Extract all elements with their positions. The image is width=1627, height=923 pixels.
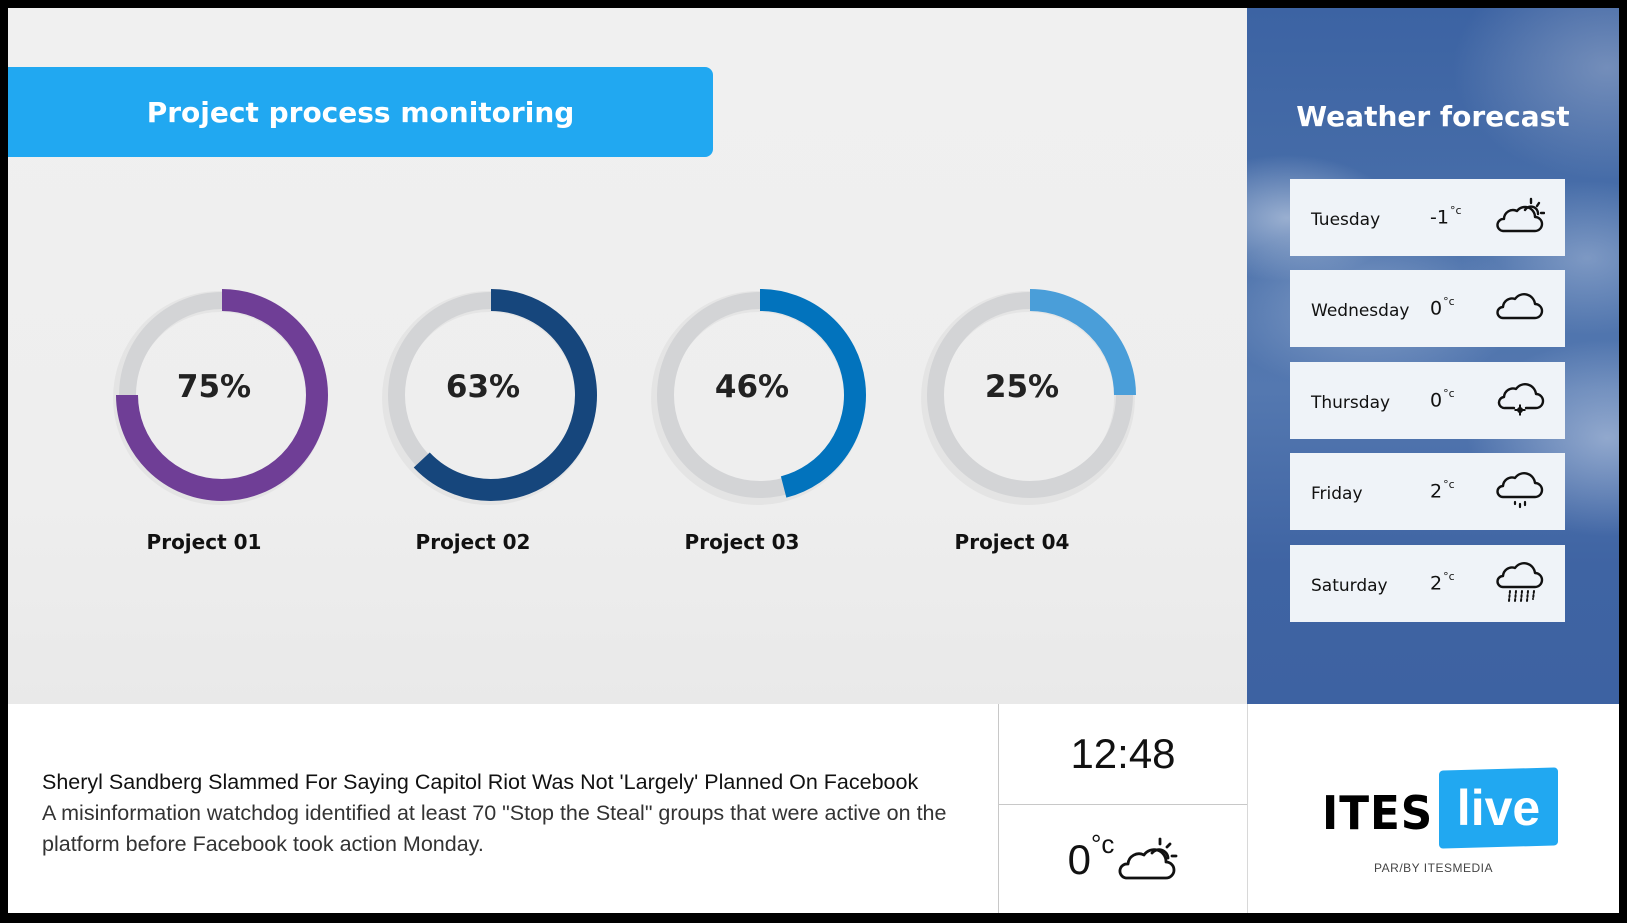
weather-temp: 0°c (1430, 387, 1455, 412)
signage-screen: Project process monitoring 75% Project 0… (8, 8, 1619, 913)
project-label: Project 04 (954, 530, 1070, 554)
partly-cloudy-icon (1496, 197, 1545, 233)
weather-temp: 0°c (1430, 295, 1455, 320)
weather-forecast-panel: Weather forecast Tuesday -1°c Wednesday … (1247, 8, 1619, 704)
weather-title: Weather forecast (1296, 100, 1570, 133)
news-ticker: Sheryl Sandberg Slammed For Saying Capit… (42, 767, 962, 860)
project-label: Project 02 (415, 530, 531, 554)
cloud-snow-icon (1497, 383, 1545, 416)
clock: 12:48 (1070, 730, 1176, 777)
project-percent: 63% (445, 369, 521, 405)
partly-cloudy-icon (1118, 837, 1178, 880)
weather-day: Thursday (1311, 393, 1391, 413)
project-donut-2: 63% Project 02 (363, 273, 603, 573)
weather-day: Wednesday (1311, 301, 1410, 321)
weather-temp: 2°c (1430, 570, 1455, 595)
weather-card: Thursday 0°c (1290, 362, 1565, 439)
ites-live-logo: ITES live PAR/BY ITESMEDIA (1248, 704, 1619, 913)
page-title: Project process monitoring (146, 95, 575, 129)
weather-card: Wednesday 0°c (1290, 270, 1565, 347)
project-percent: 75% (176, 369, 252, 405)
weather-day: Tuesday (1311, 210, 1381, 230)
weather-card: Friday 2°c (1290, 453, 1565, 530)
weather-day: Friday (1311, 484, 1363, 504)
weather-day: Saturday (1311, 576, 1388, 596)
news-body: A misinformation watchdog identified at … (42, 801, 947, 856)
cloud-icon (1496, 293, 1544, 320)
weather-card: Saturday 2°c (1290, 545, 1565, 622)
project-label: Project 01 (146, 530, 262, 554)
bottom-bar: Sheryl Sandberg Slammed For Saying Capit… (8, 704, 1619, 913)
weather-temp: -1°c (1430, 204, 1462, 229)
header-banner: Project process monitoring (8, 67, 713, 157)
cloud-rain-icon (1496, 562, 1544, 602)
logo-brand: ITES (1322, 786, 1434, 840)
logo-live-badge: live (1439, 767, 1558, 849)
project-donut-4: 25% Project 04 (902, 273, 1142, 573)
weather-temp: 2°c (1430, 478, 1455, 503)
project-percent: 25% (984, 369, 1060, 405)
project-monitoring-panel: Project process monitoring 75% Project 0… (8, 8, 1247, 704)
cloud-drizzle-icon (1496, 472, 1544, 509)
project-label: Project 03 (684, 530, 800, 554)
logo-live-text: live (1456, 780, 1541, 836)
news-headline: Sheryl Sandberg Slammed For Saying Capit… (42, 770, 919, 794)
project-donut-1: 75% Project 01 (94, 273, 334, 573)
weather-card: Tuesday -1°c (1290, 179, 1565, 256)
logo-tagline: PAR/BY ITESMEDIA (1374, 861, 1493, 875)
current-temp: 0°c (1067, 828, 1115, 883)
current-weather: 0°c (999, 805, 1247, 913)
project-percent: 46% (714, 369, 790, 405)
project-donut-3: 46% Project 03 (632, 273, 872, 573)
